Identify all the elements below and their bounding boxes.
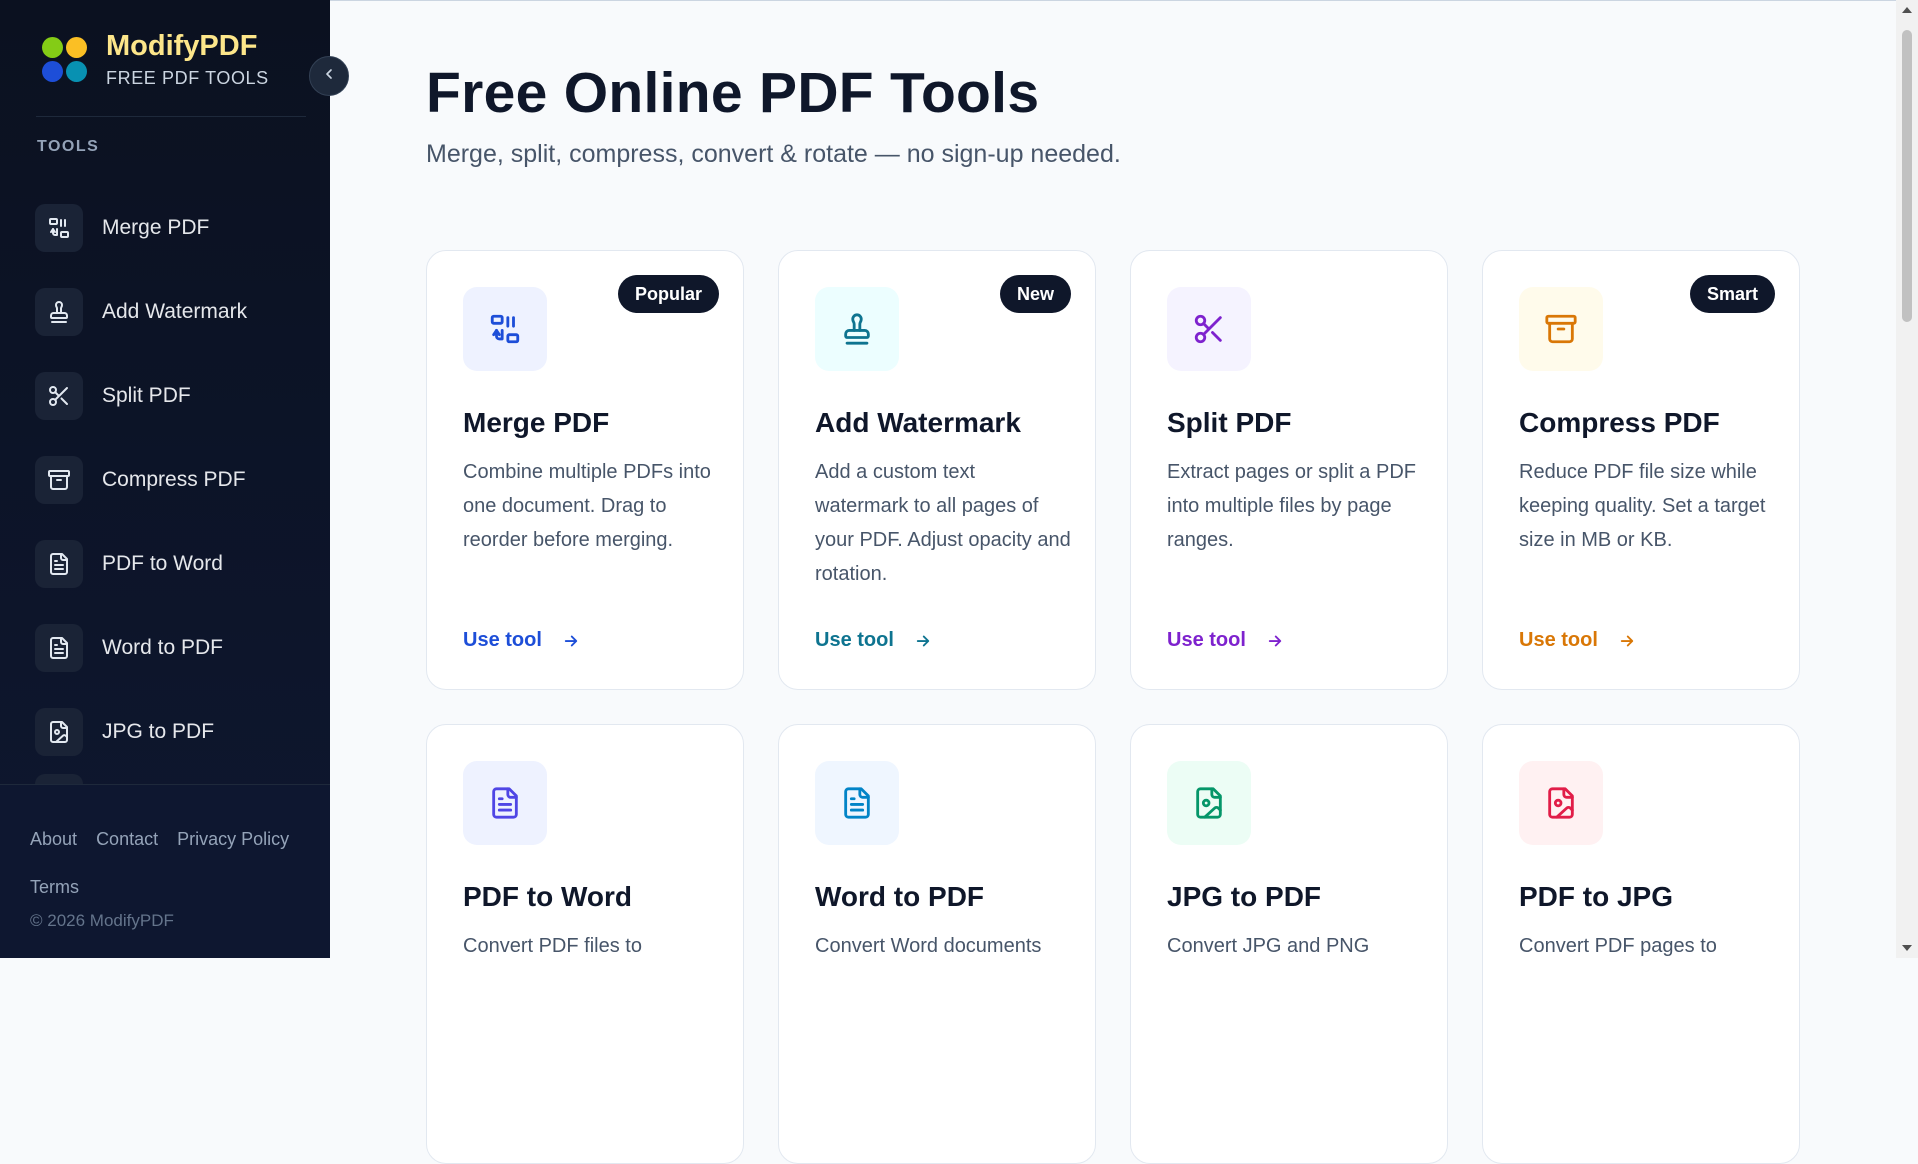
main-content: Free Online PDF Tools Merge, split, comp… bbox=[330, 0, 1896, 1164]
scrollbar-thumb[interactable] bbox=[1902, 30, 1912, 322]
copyright: © 2026 ModifyPDF bbox=[30, 911, 174, 930]
badge-new: New bbox=[999, 275, 1071, 313]
tool-card-pdf-to-jpg[interactable]: PDF to JPG Convert PDF pages to bbox=[1482, 724, 1800, 1164]
card-title: Add Watermark bbox=[815, 407, 1021, 438]
merge-icon bbox=[463, 287, 547, 371]
page-scrollbar[interactable] bbox=[1896, 0, 1918, 958]
scissors-icon bbox=[35, 372, 83, 420]
page-subtitle: Merge, split, compress, convert & rotate… bbox=[426, 140, 1121, 168]
arrow-right-icon bbox=[552, 632, 580, 650]
card-title: PDF to JPG bbox=[1519, 881, 1674, 912]
card-description: Reduce PDF file size while keeping quali… bbox=[1519, 461, 1766, 551]
badge-smart: Smart bbox=[1689, 275, 1775, 313]
scissors-icon bbox=[1167, 287, 1251, 371]
archive-icon bbox=[1519, 287, 1603, 371]
badge-popular: Popular bbox=[617, 275, 719, 313]
sidebar-section-label: TOOLS bbox=[37, 138, 100, 155]
footer-link-about[interactable]: About bbox=[30, 829, 77, 849]
arrow-right-icon bbox=[904, 632, 932, 650]
archive-icon bbox=[35, 456, 83, 504]
file-text-icon bbox=[35, 540, 83, 588]
logo-dot bbox=[42, 60, 63, 82]
file-text-icon bbox=[463, 761, 547, 845]
tool-card-compress-pdf[interactable]: Smart Compress PDF Reduce PDF file size … bbox=[1482, 250, 1800, 690]
footer-link-terms[interactable]: Terms bbox=[30, 877, 79, 897]
stamp-icon bbox=[35, 288, 83, 336]
file-image-icon bbox=[1167, 761, 1251, 845]
sidebar-item-label: Merge PDF bbox=[102, 216, 210, 239]
brand-name: ModifyPDF bbox=[106, 30, 258, 62]
sidebar-item-add-watermark[interactable]: Add Watermark bbox=[35, 270, 315, 354]
use-tool-link[interactable]: Use tool bbox=[463, 629, 580, 652]
tool-card-split-pdf[interactable]: Split PDF Extract pages or split a PDF i… bbox=[1130, 250, 1448, 690]
use-tool-link[interactable]: Use tool bbox=[815, 629, 932, 652]
tool-card-word-to-pdf[interactable]: Word to PDF Convert Word documents bbox=[778, 724, 1096, 1164]
footer-link-contact[interactable]: Contact bbox=[96, 829, 158, 849]
tool-card-add-watermark[interactable]: New Add Watermark Add a custom text wate… bbox=[778, 250, 1096, 690]
logo-icon bbox=[42, 36, 88, 83]
use-tool-label: Use tool bbox=[815, 629, 894, 651]
card-description: Extract pages or split a PDF into multip… bbox=[1167, 461, 1416, 551]
sidebar-item-label: PDF to Word bbox=[102, 552, 223, 575]
sidebar-item-merge-pdf[interactable]: Merge PDF bbox=[35, 186, 315, 270]
card-description: Combine multiple PDFs into one document.… bbox=[463, 461, 711, 551]
card-title: Compress PDF bbox=[1519, 407, 1720, 438]
page-title: Free Online PDF Tools bbox=[426, 61, 1040, 125]
sidebar-item-label: JPG to PDF bbox=[102, 720, 215, 743]
brand[interactable]: ModifyPDF FREE PDF TOOLS bbox=[42, 30, 269, 89]
footer-links: About Contact Privacy Policy Terms bbox=[30, 815, 310, 911]
sidebar-item-pdf-to-word[interactable]: PDF to Word bbox=[35, 522, 315, 606]
use-tool-label: Use tool bbox=[463, 629, 542, 651]
scroll-down-arrow-icon[interactable] bbox=[1902, 945, 1912, 951]
logo-dot bbox=[66, 60, 87, 82]
stamp-icon bbox=[815, 287, 899, 371]
brand-tagline: FREE PDF TOOLS bbox=[106, 68, 269, 88]
card-title: JPG to PDF bbox=[1167, 881, 1322, 912]
card-title: PDF to Word bbox=[463, 881, 633, 912]
sidebar-item-word-to-pdf[interactable]: Word to PDF bbox=[35, 606, 315, 690]
sidebar: ModifyPDF FREE PDF TOOLS TOOLS Merge PDF… bbox=[0, 0, 330, 958]
logo-dot bbox=[66, 36, 87, 58]
use-tool-link[interactable]: Use tool bbox=[1519, 629, 1636, 652]
use-tool-link[interactable]: Use tool bbox=[1167, 629, 1284, 652]
sidebar-item-compress-pdf[interactable]: Compress PDF bbox=[35, 438, 315, 522]
arrow-right-icon bbox=[1256, 632, 1284, 650]
scroll-up-arrow-icon[interactable] bbox=[1902, 7, 1912, 13]
chevron-left-icon bbox=[321, 66, 337, 87]
tool-card-jpg-to-pdf[interactable]: JPG to PDF Convert JPG and PNG bbox=[1130, 724, 1448, 1164]
sidebar-item-label: Split PDF bbox=[102, 384, 191, 407]
sidebar-item-label: Word to PDF bbox=[102, 636, 223, 659]
sidebar-item-split-pdf[interactable]: Split PDF bbox=[35, 354, 315, 438]
divider bbox=[36, 116, 306, 117]
file-text-icon bbox=[815, 761, 899, 845]
file-text-icon bbox=[35, 624, 83, 672]
footer-link-privacy-policy[interactable]: Privacy Policy bbox=[177, 829, 289, 849]
sidebar-item-label: Compress PDF bbox=[102, 468, 246, 491]
sidebar-item-label: Add Watermark bbox=[102, 300, 248, 323]
use-tool-label: Use tool bbox=[1167, 629, 1246, 651]
use-tool-label: Use tool bbox=[1519, 629, 1598, 651]
file-image-icon bbox=[1519, 761, 1603, 845]
file-image-icon bbox=[35, 708, 83, 756]
sidebar-footer: About Contact Privacy Policy Terms © 202… bbox=[0, 784, 330, 958]
tool-card-pdf-to-word[interactable]: PDF to Word Convert PDF files to bbox=[426, 724, 744, 1164]
sidebar-collapse-button[interactable] bbox=[309, 56, 349, 96]
sidebar-nav: Merge PDF Add Watermark Split PDF Compre… bbox=[35, 186, 315, 794]
tool-card-merge-pdf[interactable]: Popular Merge PDF Combine multiple PDFs … bbox=[426, 250, 744, 690]
card-description: Add a custom text watermark to all pages… bbox=[815, 461, 1071, 585]
sidebar-item-jpg-to-pdf[interactable]: JPG to PDF bbox=[35, 690, 315, 774]
logo-dot bbox=[42, 36, 63, 58]
card-title: Split PDF bbox=[1167, 407, 1292, 438]
card-title: Word to PDF bbox=[815, 881, 985, 912]
arrow-right-icon bbox=[1608, 632, 1636, 650]
merge-icon bbox=[35, 204, 83, 252]
card-title: Merge PDF bbox=[463, 407, 610, 438]
